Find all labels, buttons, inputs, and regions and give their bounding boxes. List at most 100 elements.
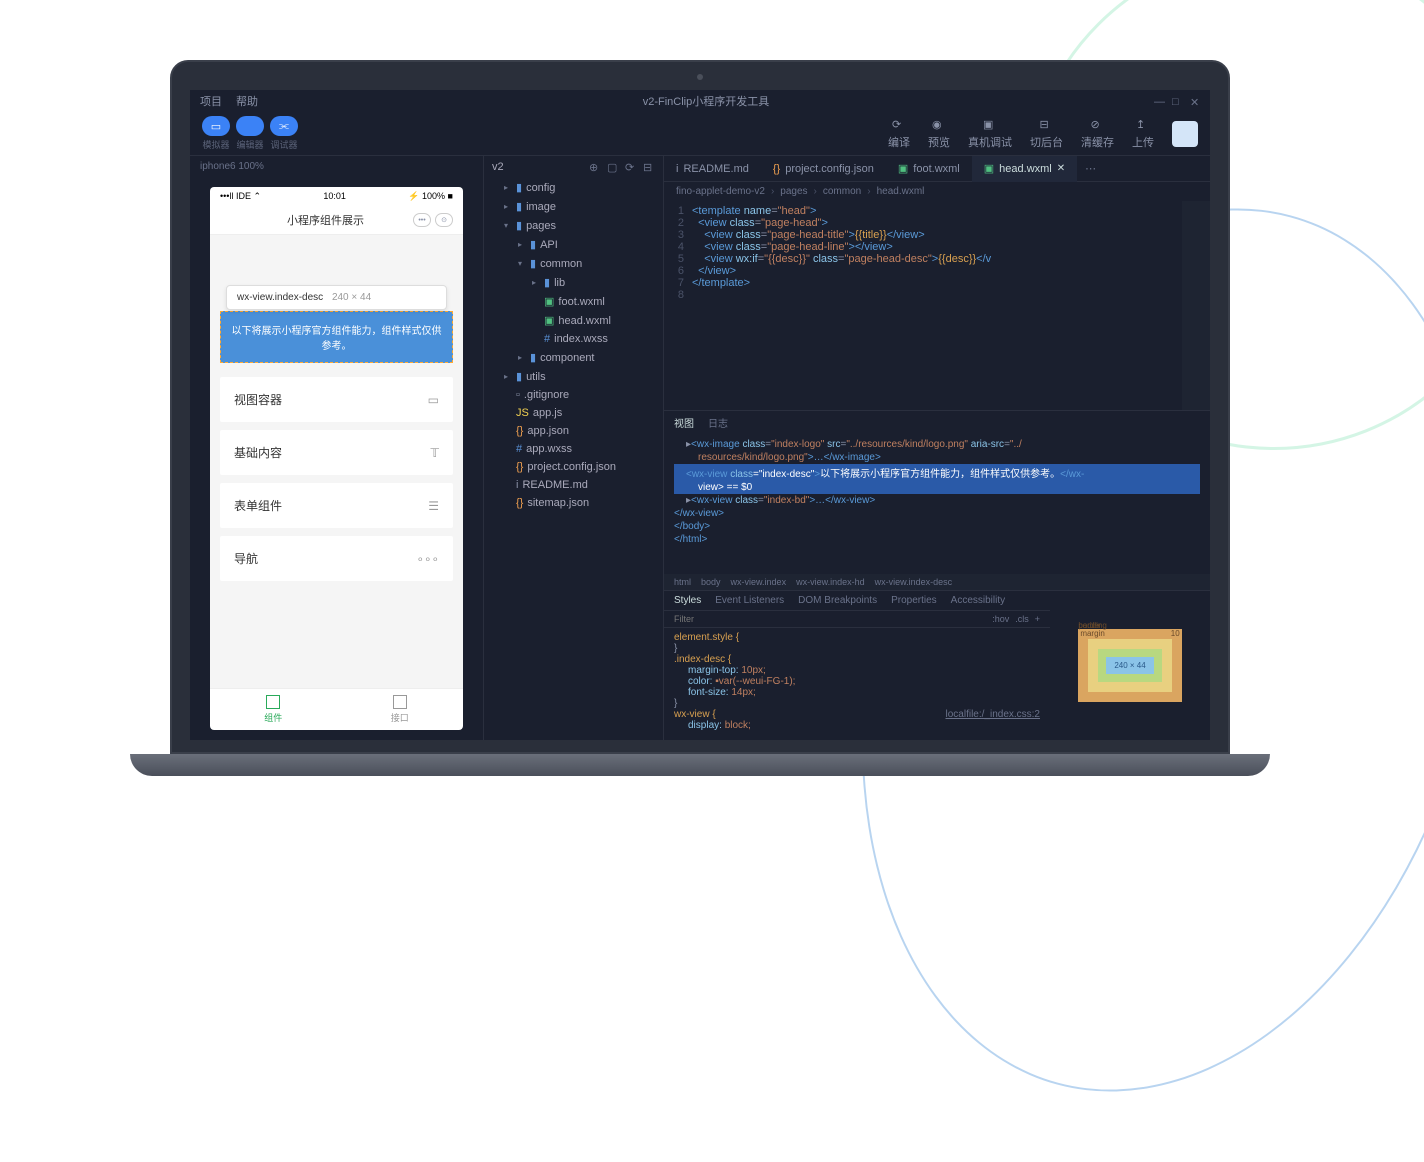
tree-node[interactable]: ▸▮utils: [484, 367, 663, 386]
window-title: v2-FinClip小程序开发工具: [643, 93, 770, 109]
hov-toggle[interactable]: :hov: [992, 614, 1009, 624]
tree-node[interactable]: ▸▮API: [484, 235, 663, 254]
toolbar-tab-1[interactable]: 编辑器: [236, 116, 264, 151]
bm-margin-label: margin: [1080, 629, 1104, 638]
devtools-bottom: Styles Event Listeners DOM Breakpoints Prop…: [664, 590, 1210, 740]
maximize-icon[interactable]: □: [1172, 96, 1182, 106]
new-file-icon[interactable]: ⊕: [589, 161, 601, 173]
breadcrumb-item[interactable]: head.wxml: [877, 186, 925, 197]
tab-close-icon[interactable]: ✕: [1057, 163, 1065, 174]
refresh-icon[interactable]: ⟳: [625, 161, 637, 173]
phone-tabbar: 组件 接口: [210, 688, 463, 730]
tree-node[interactable]: ▸▮config: [484, 178, 663, 197]
dom-node[interactable]: view> == $0: [674, 481, 1200, 494]
tabbar-component[interactable]: 组件: [210, 689, 337, 730]
inspector-log-tab[interactable]: 日志: [708, 415, 728, 430]
dom-path-item[interactable]: body: [701, 577, 721, 587]
box-model: margin 10 border padding 240 × 44: [1050, 591, 1210, 740]
tree-node[interactable]: {}sitemap.json: [484, 494, 663, 512]
toolbar-tab-2[interactable]: ⫘ 调试器: [270, 116, 298, 151]
styles-tab[interactable]: Properties: [891, 595, 937, 606]
styles-rules[interactable]: element.style {}.index-desc {</span></di…: [664, 628, 1050, 740]
breadcrumb-item[interactable]: common: [823, 186, 861, 197]
tree-node[interactable]: ▸▮component: [484, 348, 663, 367]
tree-node[interactable]: ▫.gitignore: [484, 386, 663, 404]
list-item[interactable]: 基础内容𝕋: [220, 430, 453, 475]
toolbar-tab-0[interactable]: ▭ 模拟器: [202, 116, 230, 151]
styles-filter-input[interactable]: [674, 614, 992, 624]
tree-node[interactable]: iREADME.md: [484, 476, 663, 494]
upload-label: 上传: [1132, 134, 1154, 150]
list-item[interactable]: 视图容器▭: [220, 377, 453, 422]
list-item[interactable]: 导航∘∘∘: [220, 536, 453, 581]
close-icon[interactable]: ✕: [1190, 96, 1200, 106]
remote-label: 真机调试: [968, 134, 1012, 150]
editor-tab[interactable]: iREADME.md: [664, 156, 761, 182]
clear-label: 清缓存: [1081, 134, 1114, 150]
styles-tab[interactable]: DOM Breakpoints: [798, 595, 877, 606]
dom-path-item[interactable]: wx-view.index-hd: [796, 577, 865, 587]
dom-node[interactable]: <wx-view class="index-desc">以下将展示小程序官方组件…: [674, 464, 1200, 481]
editor-tab[interactable]: ▣foot.wxml: [886, 156, 972, 182]
editor-tab[interactable]: {}project.config.json: [761, 156, 886, 182]
dom-path-item[interactable]: html: [674, 577, 691, 587]
tree-node[interactable]: #index.wxss: [484, 330, 663, 348]
dom-node[interactable]: </body>: [674, 520, 1200, 533]
styles-tab[interactable]: Accessibility: [951, 595, 1005, 606]
breadcrumb-item[interactable]: fino-applet-demo-v2: [676, 186, 765, 197]
tree-node[interactable]: ▣head.wxml: [484, 311, 663, 330]
menu-help[interactable]: 帮助: [236, 93, 258, 109]
dom-path-item[interactable]: wx-view.index-desc: [875, 577, 953, 587]
tab-more-icon[interactable]: ⋯: [1077, 162, 1104, 175]
list-item[interactable]: 表单组件☰: [220, 483, 453, 528]
cls-toggle[interactable]: .cls: [1015, 614, 1029, 624]
tree-node[interactable]: ▸▮lib: [484, 273, 663, 292]
menu-project[interactable]: 项目: [200, 93, 222, 109]
new-folder-icon[interactable]: ▢: [607, 161, 619, 173]
preview-label: 预览: [928, 134, 950, 150]
editor-tab[interactable]: ▣head.wxml✕: [972, 156, 1077, 182]
tree-node[interactable]: ▾▮pages: [484, 216, 663, 235]
tabbar-api[interactable]: 接口: [337, 689, 464, 730]
dom-node[interactable]: resources/kind/logo.png">…</wx-image>: [674, 451, 1200, 464]
minimize-icon[interactable]: —: [1154, 96, 1164, 106]
styles-tab[interactable]: Styles: [674, 595, 701, 606]
tree-node[interactable]: ▸▮image: [484, 197, 663, 216]
clear-cache-button[interactable]: ⊘清缓存: [1081, 118, 1114, 150]
tree-node[interactable]: {}project.config.json: [484, 458, 663, 476]
tree-node[interactable]: JSapp.js: [484, 404, 663, 422]
highlighted-view[interactable]: 以下将展示小程序官方组件能力，组件样式仅供参考。: [220, 311, 453, 363]
user-avatar[interactable]: [1172, 121, 1198, 147]
background-button[interactable]: ⊟切后台: [1030, 118, 1063, 150]
dom-node[interactable]: </html>: [674, 533, 1200, 546]
breadcrumb-item[interactable]: pages: [780, 186, 807, 197]
phone-content[interactable]: wx-view.index-desc 240 × 44 以下将展示小程序官方组件…: [210, 235, 463, 688]
upload-button[interactable]: ↥上传: [1132, 118, 1154, 150]
breadcrumb: fino-applet-demo-v2›pages›common›head.wx…: [664, 182, 1210, 201]
tabbar-api-label: 接口: [391, 711, 409, 724]
minimap[interactable]: [1182, 201, 1210, 410]
menubar: 项目 帮助 v2-FinClip小程序开发工具 — □ ✕: [190, 90, 1210, 112]
styles-panel: Styles Event Listeners DOM Breakpoints Prop…: [664, 591, 1050, 740]
dom-node[interactable]: ▸<wx-image class="index-logo" src="../re…: [674, 438, 1200, 451]
tree-node[interactable]: ▾▮common: [484, 254, 663, 273]
tree-node[interactable]: #app.wxss: [484, 440, 663, 458]
tooltip-dimensions: 240 × 44: [332, 292, 371, 303]
dom-tree[interactable]: ▸<wx-image class="index-logo" src="../re…: [664, 434, 1210, 574]
collapse-icon[interactable]: ⊟: [643, 161, 655, 173]
code-editor[interactable]: 12345678 <template name="head"> <view cl…: [664, 201, 1210, 410]
tree-node[interactable]: ▣foot.wxml: [484, 292, 663, 311]
compile-button[interactable]: ⟳编译: [888, 118, 910, 150]
preview-button[interactable]: ◉预览: [928, 118, 950, 150]
styles-tab[interactable]: Event Listeners: [715, 595, 784, 606]
add-rule-icon[interactable]: +: [1035, 614, 1040, 624]
phone-statusbar: •••ll IDE ⌃ 10:01 ⚡ 100% ■: [210, 187, 463, 206]
dom-node[interactable]: </wx-view>: [674, 507, 1200, 520]
more-icon[interactable]: •••: [413, 213, 431, 227]
dom-node[interactable]: ▸<wx-view class="index-bd">…</wx-view>: [674, 494, 1200, 507]
inspector-view-tab[interactable]: 视图: [674, 415, 694, 430]
close-app-icon[interactable]: ⊙: [435, 213, 453, 227]
tree-node[interactable]: {}app.json: [484, 422, 663, 440]
remote-debug-button[interactable]: ▣真机调试: [968, 118, 1012, 150]
dom-path-item[interactable]: wx-view.index: [731, 577, 787, 587]
